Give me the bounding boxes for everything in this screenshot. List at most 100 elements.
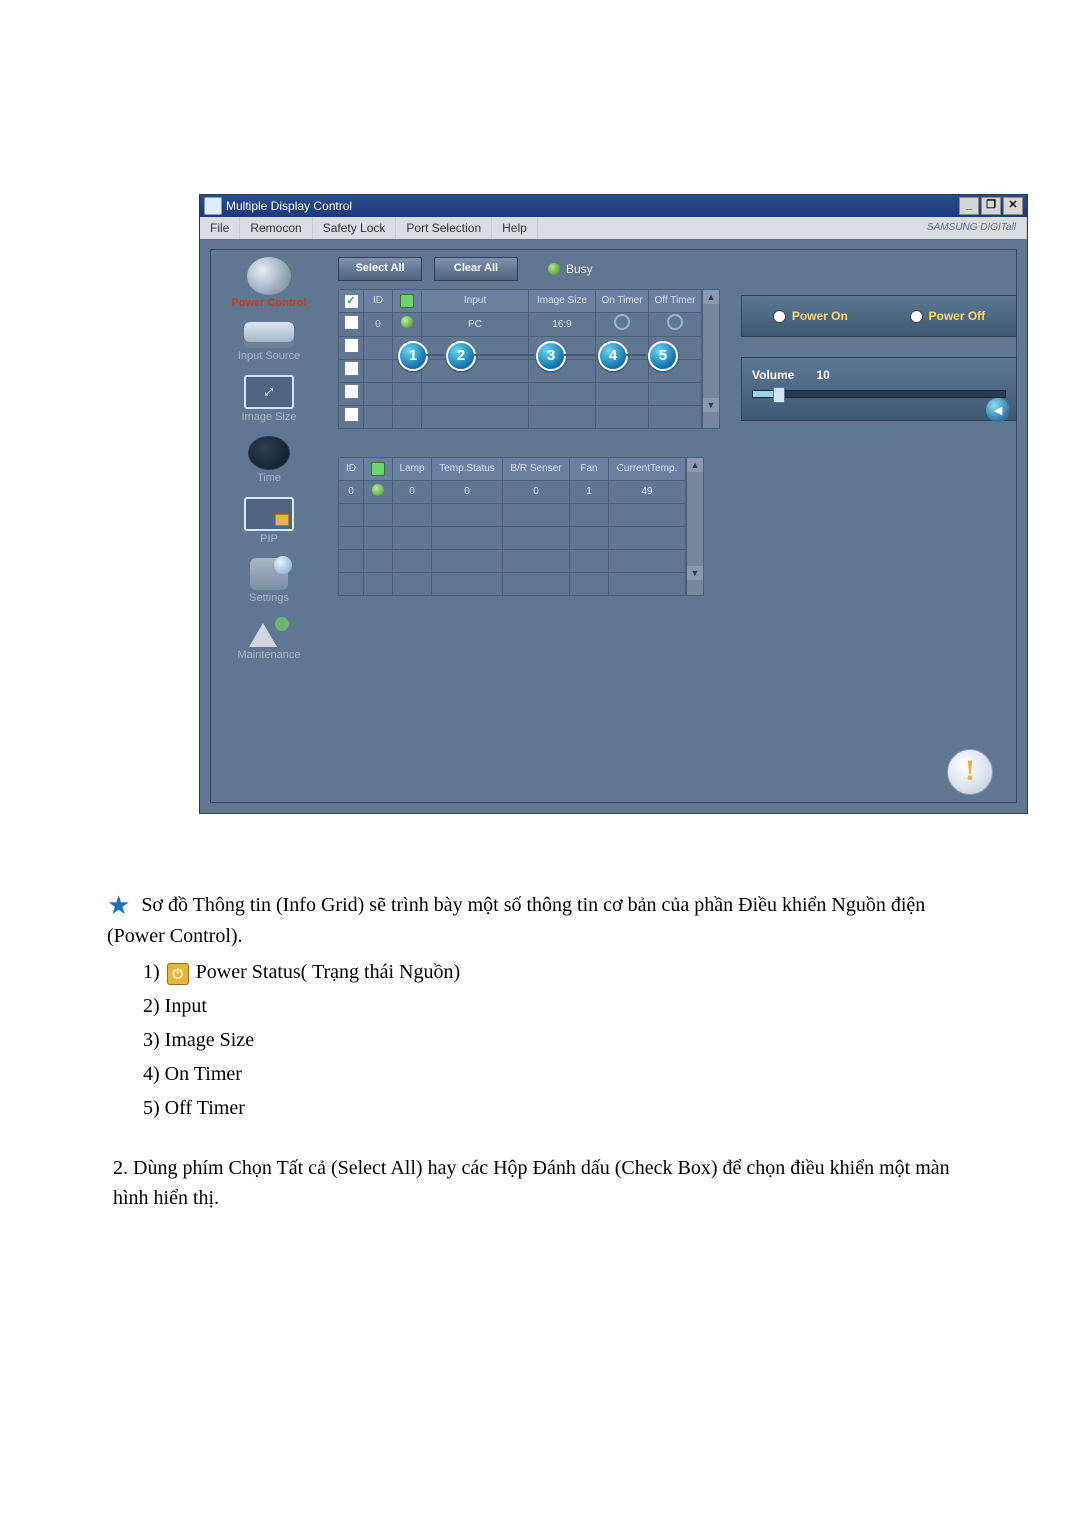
table-row[interactable] bbox=[339, 360, 702, 383]
document-text: Sơ đồ Thông tin (Info Grid) sẽ trình bày… bbox=[107, 890, 987, 1213]
callout-3: 3 bbox=[536, 341, 566, 371]
scroll-up-icon[interactable]: ▲ bbox=[687, 458, 703, 472]
scroll-down-icon[interactable]: ▼ bbox=[687, 566, 703, 580]
window-title: Multiple Display Control bbox=[226, 195, 352, 217]
radio-icon bbox=[773, 310, 786, 323]
power-off-radio[interactable]: Power Off bbox=[910, 309, 986, 323]
row-checkbox[interactable] bbox=[344, 407, 359, 422]
menu-safety-lock[interactable]: Safety Lock bbox=[313, 217, 397, 239]
callout-5: 5 bbox=[648, 341, 678, 371]
sidebar-item-pip[interactable]: PIP bbox=[210, 533, 328, 546]
row-checkbox[interactable] bbox=[344, 338, 359, 353]
col-temp-status: Temp.Status bbox=[432, 458, 503, 481]
row-checkbox[interactable] bbox=[344, 384, 359, 399]
close-button[interactable]: ✕ bbox=[1003, 197, 1023, 215]
table-row[interactable]: 0 0 0 0 1 49 bbox=[339, 481, 686, 504]
slider-thumb[interactable] bbox=[773, 387, 785, 403]
doc-l1-text: Power Status( Trạng thái Nguồn) bbox=[196, 961, 460, 983]
power-panel: Power On Power Off Volume 10 ◄ bbox=[741, 295, 1017, 421]
doc-step2: 2. Dùng phím Chọn Tất cả (Select All) ha… bbox=[113, 1153, 987, 1213]
col-input: Input bbox=[422, 290, 529, 313]
connector bbox=[426, 354, 444, 356]
cell-temp-status: 0 bbox=[432, 481, 503, 504]
menu-help[interactable]: Help bbox=[492, 217, 538, 239]
doc-l3: 3) Image Size bbox=[143, 1025, 987, 1055]
select-all-checkbox[interactable] bbox=[344, 294, 359, 309]
menu-port-selection[interactable]: Port Selection bbox=[396, 217, 492, 239]
connector bbox=[564, 354, 596, 356]
maintenance-icon[interactable] bbox=[249, 617, 289, 647]
cell-lamp: 0 bbox=[393, 481, 432, 504]
table-row[interactable] bbox=[339, 504, 686, 527]
sidebar-item-settings[interactable]: Settings bbox=[210, 592, 328, 605]
callout-4: 4 bbox=[598, 341, 628, 371]
brand-label: SAMSUNG DIGITall bbox=[917, 217, 1027, 239]
col-br-senser: B/R Senser bbox=[503, 458, 570, 481]
minimize-button[interactable]: _ bbox=[959, 197, 979, 215]
table-row[interactable] bbox=[339, 550, 686, 573]
volume-slider[interactable] bbox=[752, 390, 1006, 398]
power-control-icon[interactable] bbox=[247, 257, 291, 295]
sidebar-item-time[interactable]: Time bbox=[210, 472, 328, 485]
connector bbox=[474, 354, 534, 356]
off-timer-icon bbox=[667, 314, 683, 330]
col-image-size: Image Size bbox=[529, 290, 596, 313]
scrollbar[interactable]: ▲ ▼ bbox=[686, 457, 704, 596]
image-size-icon[interactable]: ⤢ bbox=[244, 375, 294, 409]
input-source-icon[interactable] bbox=[244, 322, 294, 348]
row-checkbox[interactable] bbox=[344, 315, 359, 330]
settings-icon[interactable] bbox=[250, 558, 288, 590]
sidebar-item-input-source[interactable]: Input Source bbox=[210, 350, 328, 363]
select-all-button[interactable]: Select All bbox=[338, 257, 422, 281]
speaker-icon[interactable]: ◄ bbox=[986, 398, 1010, 422]
busy-indicator-icon bbox=[548, 263, 560, 275]
sidebar-item-maintenance[interactable]: Maintenance bbox=[210, 649, 328, 662]
table-row[interactable] bbox=[339, 406, 702, 429]
sidebar-item-image-size[interactable]: Image Size bbox=[210, 411, 328, 424]
col-off-timer: Off Timer bbox=[649, 290, 702, 313]
col-id: ID bbox=[339, 458, 364, 481]
cell-fan: 1 bbox=[570, 481, 609, 504]
table-row[interactable]: 0 PC 16:9 bbox=[339, 313, 702, 337]
clear-all-button[interactable]: Clear All bbox=[434, 257, 518, 281]
col-id: ID bbox=[364, 290, 393, 313]
power-status-header-icon bbox=[371, 462, 385, 476]
busy-label: Busy bbox=[566, 262, 593, 276]
sidebar-item-power-control[interactable]: Power Control bbox=[210, 297, 328, 310]
cell-br: 0 bbox=[503, 481, 570, 504]
col-lamp: Lamp bbox=[393, 458, 432, 481]
pip-icon[interactable] bbox=[244, 497, 294, 531]
power-status-icon bbox=[401, 316, 413, 328]
doc-l1-num: 1) bbox=[143, 961, 165, 983]
star-icon bbox=[107, 891, 130, 921]
scroll-up-icon[interactable]: ▲ bbox=[703, 290, 719, 304]
scroll-down-icon[interactable]: ▼ bbox=[703, 398, 719, 412]
table-row[interactable] bbox=[339, 527, 686, 550]
scrollbar[interactable]: ▲ ▼ bbox=[702, 289, 720, 429]
power-on-radio[interactable]: Power On bbox=[773, 309, 848, 323]
warning-icon[interactable]: ! bbox=[947, 749, 993, 795]
restore-button[interactable]: ❐ bbox=[981, 197, 1001, 215]
table-row[interactable] bbox=[339, 383, 702, 406]
doc-intro: Sơ đồ Thông tin (Info Grid) sẽ trình bày… bbox=[107, 894, 925, 947]
table-row[interactable] bbox=[339, 573, 686, 596]
cell-id: 0 bbox=[339, 481, 364, 504]
cell-input: PC bbox=[422, 313, 529, 337]
callout-1: 1 bbox=[398, 341, 428, 371]
volume-value: 10 bbox=[816, 368, 829, 382]
doc-l4: 4) On Timer bbox=[143, 1059, 987, 1089]
power-off-label: Power Off bbox=[929, 309, 986, 323]
volume-label: Volume bbox=[752, 368, 794, 382]
time-icon[interactable] bbox=[248, 436, 290, 470]
menu-file[interactable]: File bbox=[200, 217, 240, 239]
row-checkbox[interactable] bbox=[344, 361, 359, 376]
titlebar[interactable]: Multiple Display Control _ ❐ ✕ bbox=[200, 195, 1027, 217]
app-window: Multiple Display Control _ ❐ ✕ File Remo… bbox=[199, 194, 1028, 814]
menu-remocon[interactable]: Remocon bbox=[240, 217, 312, 239]
app-icon bbox=[204, 197, 222, 215]
cell-current-temp: 49 bbox=[609, 481, 686, 504]
radio-icon bbox=[910, 310, 923, 323]
volume-box: Volume 10 ◄ bbox=[741, 357, 1017, 421]
cell-image-size: 16:9 bbox=[529, 313, 596, 337]
doc-l5: 5) Off Timer bbox=[143, 1093, 987, 1123]
